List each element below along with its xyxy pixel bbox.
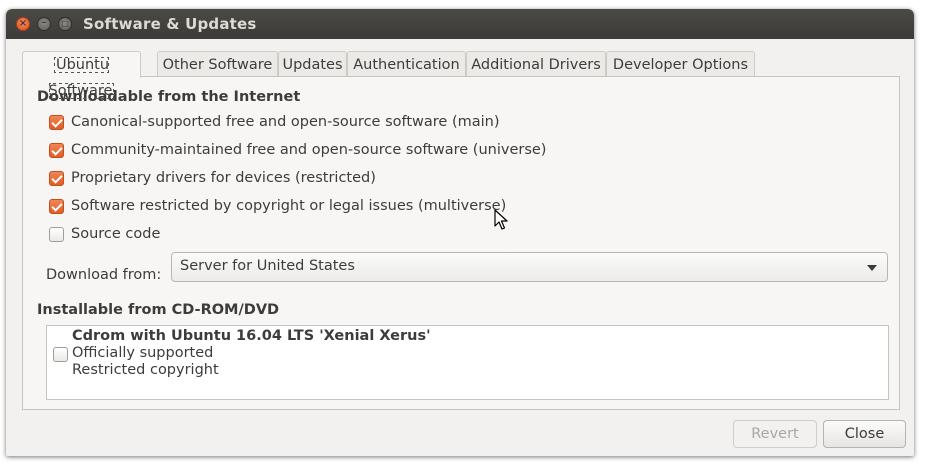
cdrom-list[interactable]: Cdrom with Ubuntu 16.04 LTS 'Xenial Xeru…: [46, 325, 889, 400]
software-updates-window: × – □ Software & Updates Ubuntu Software…: [6, 9, 914, 456]
close-icon: ×: [18, 18, 28, 29]
checkbox-restricted[interactable]: [49, 171, 64, 186]
tab-additional-drivers[interactable]: Additional Drivers: [466, 51, 606, 77]
cdrom-title: Cdrom with Ubuntu 16.04 LTS 'Xenial Xeru…: [72, 328, 431, 344]
tab-label: Other Software: [162, 57, 273, 73]
download-server-value: Server for United States: [180, 258, 355, 274]
download-from-label: Download from:: [46, 267, 162, 283]
option-label: Source code: [71, 226, 161, 242]
maximize-icon: □: [61, 19, 69, 28]
tab-developer-options[interactable]: Developer Options: [606, 51, 755, 77]
title-bar[interactable]: × – □ Software & Updates: [6, 9, 914, 39]
tab-other-software[interactable]: Other Software: [157, 51, 278, 77]
option-label: Canonical-supported free and open-source…: [71, 114, 500, 130]
list-item[interactable]: Cdrom with Ubuntu 16.04 LTS 'Xenial Xeru…: [47, 326, 888, 382]
checkbox-main[interactable]: [49, 115, 64, 130]
checkbox-source-code[interactable]: [49, 227, 64, 242]
minimize-window-button[interactable]: –: [37, 17, 51, 31]
close-window-button[interactable]: ×: [16, 17, 30, 31]
cdrom-section-heading: Installable from CD-ROM/DVD: [37, 302, 280, 318]
checkbox-multiverse[interactable]: [49, 199, 64, 214]
tab-label: Updates: [282, 57, 343, 73]
option-label: Proprietary drivers for devices (restric…: [71, 170, 376, 186]
window-title: Software & Updates: [83, 15, 257, 33]
maximize-window-button[interactable]: □: [58, 17, 72, 31]
close-button[interactable]: Close: [823, 420, 906, 448]
tab-label: Additional Drivers: [471, 57, 601, 73]
tab-updates[interactable]: Updates: [278, 51, 347, 77]
download-server-select[interactable]: Server for United States: [171, 252, 888, 282]
cdrom-support-status: Officially supported: [72, 345, 214, 361]
tab-ubuntu-software[interactable]: Ubuntu Software: [22, 51, 141, 99]
checkbox-universe[interactable]: [49, 143, 64, 158]
minimize-icon: –: [41, 18, 47, 28]
mouse-pointer-icon: [494, 209, 508, 230]
revert-button[interactable]: Revert: [733, 420, 817, 448]
tab-authentication[interactable]: Authentication: [347, 51, 466, 77]
option-label: Software restricted by copyright or lega…: [71, 198, 507, 214]
chevron-down-icon: [867, 265, 877, 271]
cdrom-copyright-status: Restricted copyright: [72, 362, 219, 378]
option-label: Community-maintained free and open-sourc…: [71, 142, 547, 158]
tab-label: Developer Options: [612, 57, 749, 73]
tab-label: Ubuntu Software: [48, 57, 115, 99]
checkbox-cdrom[interactable]: [53, 347, 68, 362]
tab-label: Authentication: [353, 57, 460, 73]
